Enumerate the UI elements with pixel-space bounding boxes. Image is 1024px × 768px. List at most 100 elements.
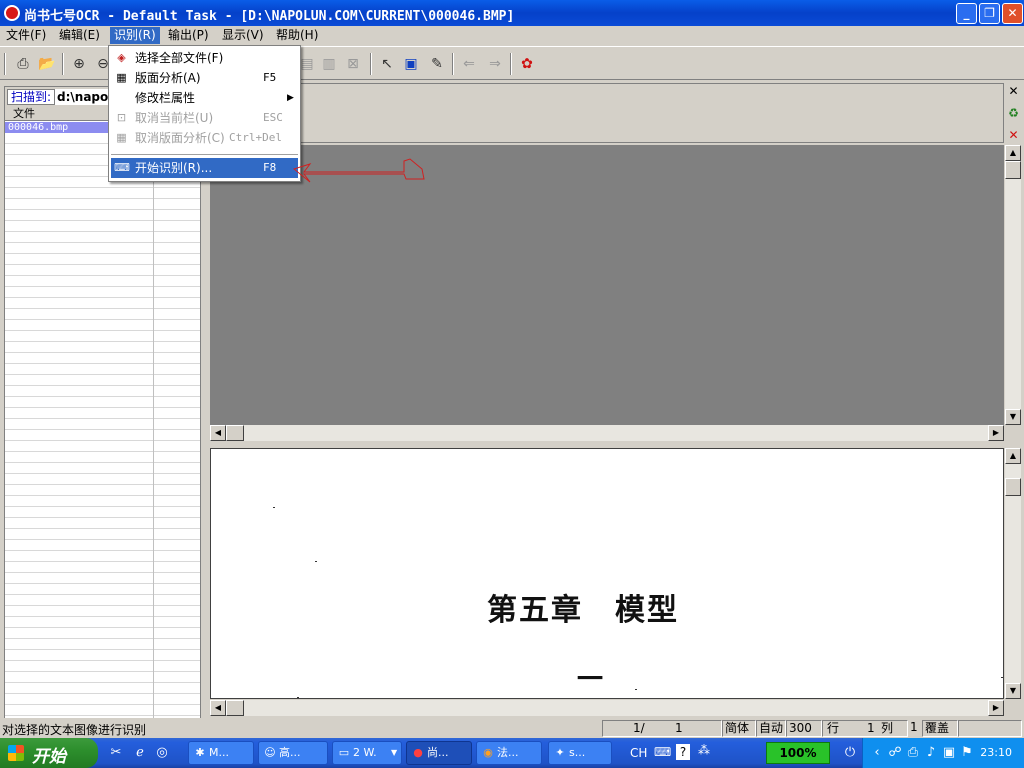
delete-region-icon[interactable]: ⊠ <box>342 53 364 75</box>
pen-icon[interactable]: ✎ <box>426 53 448 75</box>
color-palette-icon[interactable]: ✿ <box>516 53 538 75</box>
toolbar-separator <box>62 53 64 75</box>
scroll-left-icon[interactable]: ◀ <box>210 700 226 716</box>
ocr-icon: ● <box>413 746 423 759</box>
preview-horizontal-scrollbar[interactable]: ◀ ▶ <box>210 425 1004 441</box>
quicklaunch-icon[interactable]: ✂ <box>108 745 124 761</box>
taskbar-item[interactable]: ◉ 法... <box>476 741 542 765</box>
scroll-thumb[interactable] <box>1005 478 1021 496</box>
pointer-icon[interactable]: ↖ <box>376 53 398 75</box>
scan-icon[interactable]: ⎙ <box>12 53 34 75</box>
scroll-thumb[interactable] <box>226 700 244 716</box>
delete-icon[interactable]: ✕ <box>1007 129 1020 142</box>
merge-icon[interactable]: ▥ <box>318 53 340 75</box>
ie-icon[interactable]: ℯ <box>132 745 148 761</box>
scroll-up-icon[interactable]: ▲ <box>1005 145 1021 161</box>
layout-analysis-icon: ▦ <box>116 71 127 84</box>
scroll-down-icon[interactable]: ▼ <box>1005 409 1021 425</box>
monitor-icon[interactable]: ▣ <box>941 745 957 761</box>
menu-item-start-recognition[interactable]: ⌨ 开始识别(R)... F8 <box>111 158 298 178</box>
printer-icon[interactable]: ⎙ <box>905 745 921 761</box>
scroll-down-icon[interactable]: ▼ <box>1005 683 1021 699</box>
taskbar: 开始 ✂ ℯ ◎ ✱ M... ☺ 高... ▭ 2 W. ▼ ● 尚... ◉ 法... … <box>0 738 1024 768</box>
status-message: 对选择的文本图像进行识别 <box>2 723 147 737</box>
document-vertical-scrollbar[interactable]: ▲ ▼ <box>1005 448 1021 699</box>
menu-view[interactable]: 显示(V) <box>218 27 268 44</box>
task-label: 2 W. <box>353 746 377 759</box>
scroll-thumb[interactable] <box>226 425 244 441</box>
recycle-icon[interactable]: ♻ <box>1007 107 1020 120</box>
toolbar-separator <box>510 53 512 75</box>
folder-icon: ▭ <box>338 746 350 759</box>
title-bar[interactable]: 尚书七号OCR - Default Task - [D:\NAPOLUN.COM… <box>0 0 1024 26</box>
scroll-thumb[interactable] <box>1005 161 1021 179</box>
script-indicator: 简体 <box>722 720 756 737</box>
menu-item-select-all-files[interactable]: ◈ 选择全部文件(F) <box>111 48 298 68</box>
scroll-left-icon[interactable]: ◀ <box>210 425 226 441</box>
scroll-right-icon[interactable]: ▶ <box>988 425 1004 441</box>
firefox-icon: ◉ <box>483 746 493 759</box>
restore-button[interactable]: ❐ <box>979 3 1000 24</box>
menu-item-label: 版面分析(A) <box>135 71 201 85</box>
minimize-button[interactable]: _ <box>956 3 977 24</box>
ime-settings-icon[interactable]: ⁂ <box>698 743 710 757</box>
menu-edit[interactable]: 编辑(E) <box>55 27 104 44</box>
clock[interactable]: 23:10 <box>980 746 1012 759</box>
close-button[interactable]: ✕ <box>1002 3 1023 24</box>
start-button[interactable]: 开始 <box>0 738 98 768</box>
file-column-header[interactable]: 文件 <box>13 107 35 121</box>
overwrite-indicator: 覆盖 <box>922 720 958 737</box>
ime-language[interactable]: CH <box>630 746 647 760</box>
image-preview[interactable] <box>210 145 1004 425</box>
status-bar: 对选择的文本图像进行识别 1/ 1 简体 自动 300 行 1 列 1 覆盖 <box>0 719 1024 738</box>
volume-icon[interactable]: ♪ <box>923 745 939 761</box>
task-label: 高... <box>279 746 301 759</box>
browser-icon[interactable]: ◎ <box>154 745 170 761</box>
taskbar-item[interactable]: ✱ M... <box>188 741 254 765</box>
zoom-in-icon[interactable]: ⊕ <box>68 53 90 75</box>
taskbar-item[interactable]: ☺ 高... <box>258 741 328 765</box>
keyboard-icon[interactable]: ⌨ <box>654 745 671 759</box>
menu-recognize[interactable]: 识别(R) <box>110 27 160 44</box>
taskbar-item[interactable]: ✦ s... <box>548 741 612 765</box>
document-heading: 第五章 模型 <box>487 593 679 628</box>
speck <box>1001 677 1003 678</box>
menu-item-cancel-column[interactable]: ⊡ 取消当前栏(U) ESC <box>111 108 298 128</box>
tray-expand-icon[interactable]: ‹ <box>869 745 885 761</box>
app-icon[interactable] <box>4 5 20 21</box>
help-icon[interactable]: ? <box>676 744 690 760</box>
menu-item-column-properties[interactable]: 修改栏属性 ▶ <box>111 88 298 108</box>
page-total: 1 <box>675 721 683 735</box>
arrow-left-icon[interactable]: ⇐ <box>458 53 480 75</box>
network-icon[interactable]: ☍ <box>887 745 903 761</box>
document-horizontal-scrollbar[interactable]: ◀ ▶ <box>210 700 1004 716</box>
scroll-up-icon[interactable]: ▲ <box>1005 448 1021 464</box>
arrow-right-icon[interactable]: ⇒ <box>484 53 506 75</box>
flag-icon[interactable]: ⚑ <box>959 745 975 761</box>
menu-item-cancel-layout[interactable]: ▦ 取消版面分析(C) Ctrl+Del <box>111 128 298 148</box>
task-label: 法... <box>497 746 519 759</box>
preview-vertical-scrollbar[interactable]: ▲ ▼ <box>1005 145 1021 425</box>
task-label: 尚... <box>427 746 449 759</box>
scan-to-label[interactable]: 扫描到: <box>7 89 56 105</box>
open-folder-icon[interactable]: 📂 <box>36 53 58 75</box>
speck <box>273 507 275 508</box>
menu-file[interactable]: 文件(F) <box>2 27 50 44</box>
select-region-icon[interactable]: ▣ <box>400 53 422 75</box>
close-panel-icon[interactable]: ✕ <box>1007 85 1020 98</box>
menu-item-shortcut: F5 <box>263 71 277 84</box>
scroll-right-icon[interactable]: ▶ <box>988 700 1004 716</box>
power-plug-icon[interactable]: ⏻ <box>842 745 858 761</box>
mode-indicator: 自动 <box>756 720 786 737</box>
scan-path-field[interactable]: d:\napolu <box>55 89 115 105</box>
start-recognition-icon: ⌨ <box>114 161 130 174</box>
menu-help[interactable]: 帮助(H) <box>272 27 322 44</box>
col-value: 1 <box>910 720 918 734</box>
zoom-level[interactable]: 100% <box>766 742 830 764</box>
file-list[interactable] <box>5 122 200 718</box>
document-view[interactable]: 第五章 模型 一 <box>210 448 1004 699</box>
menu-item-layout-analysis[interactable]: ▦ 版面分析(A) F5 <box>111 68 298 88</box>
taskbar-item-active[interactable]: ● 尚... <box>406 741 472 765</box>
taskbar-item[interactable]: ▭ 2 W. ▼ <box>332 741 402 765</box>
menu-output[interactable]: 输出(P) <box>164 27 213 44</box>
